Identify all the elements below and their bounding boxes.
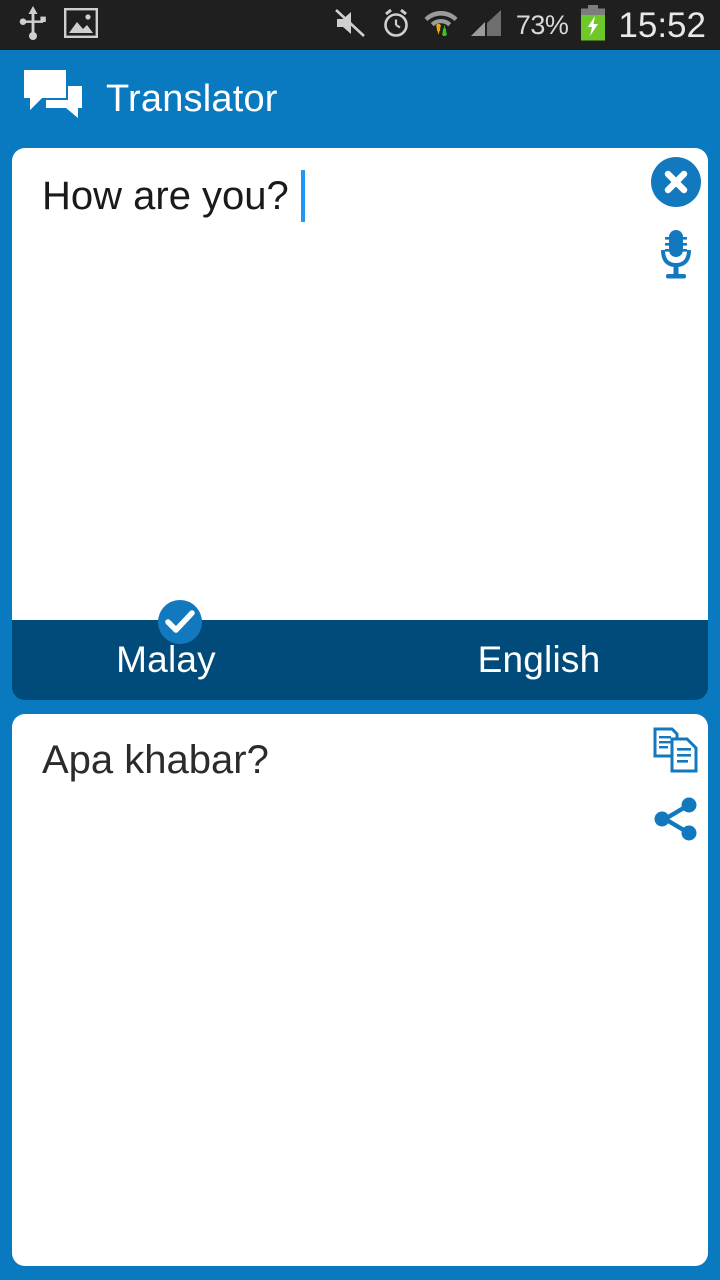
- microphone-button[interactable]: [652, 228, 700, 285]
- page-title: Translator: [106, 77, 278, 120]
- app-header: Translator: [0, 50, 720, 148]
- clear-text-button[interactable]: [650, 156, 702, 213]
- language-from-label: Malay: [116, 639, 216, 680]
- mute-icon: [334, 8, 368, 43]
- check-circle-icon: [158, 600, 202, 644]
- language-from-button[interactable]: Malay: [12, 639, 360, 681]
- translated-text-value: Apa khabar?: [42, 738, 269, 782]
- wifi-data-transfer-icon: [424, 7, 458, 44]
- battery-percentage: 73%: [515, 9, 569, 40]
- battery-charging-icon: [580, 4, 606, 46]
- language-to-button[interactable]: English: [360, 639, 708, 681]
- language-selector-bar[interactable]: Malay English: [12, 620, 708, 700]
- gallery-image-icon: [64, 7, 99, 43]
- share-button[interactable]: [652, 796, 700, 847]
- text-cursor: [300, 170, 305, 222]
- speech-bubbles-icon: [22, 68, 84, 131]
- usb-icon: [18, 5, 48, 45]
- source-text-display[interactable]: How are you?: [42, 170, 305, 222]
- cellular-signal-icon: [470, 8, 504, 43]
- translated-text-card[interactable]: Apa khabar?: [12, 714, 708, 1266]
- alarm-clock-icon: [380, 7, 412, 44]
- source-text-value: How are you?: [42, 173, 289, 218]
- status-bar-clock: 15:52: [618, 5, 706, 45]
- source-text-card[interactable]: How are you?: [12, 148, 708, 620]
- status-bar: 73% 15:52: [0, 0, 720, 50]
- copy-button[interactable]: [652, 726, 700, 779]
- status-bar-left-icons: [0, 5, 99, 45]
- language-to-label: English: [477, 639, 601, 680]
- status-bar-right-icons: 73% 15:52: [334, 4, 720, 46]
